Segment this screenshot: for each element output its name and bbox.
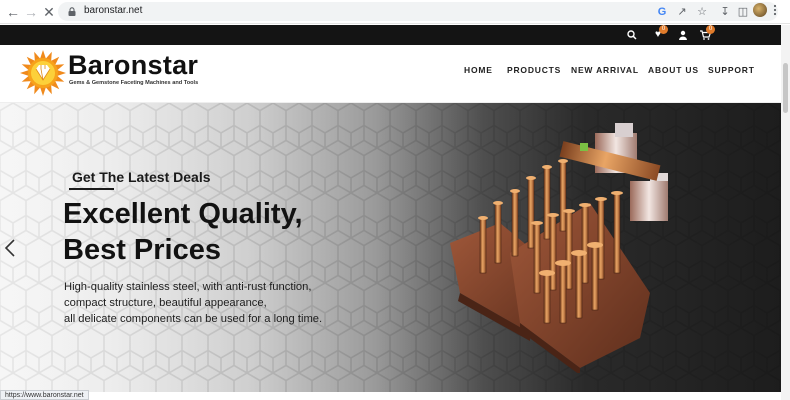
address-bar[interactable]: baronstar.net G ↗ ☆ ↧ ◫	[58, 2, 778, 21]
product-image-faceting-dops	[450, 123, 668, 373]
eyebrow-underline	[69, 188, 114, 190]
url-text: baronstar.net	[84, 5, 143, 16]
account-icon[interactable]	[676, 28, 690, 42]
hero-slider: Get The Latest Deals Excellent Quality, …	[0, 103, 781, 392]
site-topbar: ♥ 0 0	[0, 25, 781, 45]
wishlist-count-badge: 0	[659, 25, 668, 34]
cart-count-badge: 0	[706, 25, 715, 34]
hero-description: High-quality stainless steel, with anti-…	[64, 279, 322, 327]
nav-new-arrival[interactable]: NEW ARRIVAL	[571, 65, 639, 75]
cart-icon[interactable]: 0	[698, 25, 715, 42]
hero-description-line3: all delicate components can be used for …	[64, 313, 323, 325]
download-icon[interactable]: ↧	[718, 5, 732, 19]
browser-menu-icon[interactable]	[773, 4, 777, 16]
slider-prev-arrow-icon[interactable]	[4, 238, 16, 258]
lock-icon	[68, 7, 76, 16]
nav-home[interactable]: HOME	[464, 65, 493, 75]
search-icon[interactable]	[625, 28, 639, 42]
hero-headline-line1: Excellent Quality,	[63, 198, 303, 230]
nav-products[interactable]: PRODUCTS	[507, 65, 561, 75]
hero-headline: Excellent Quality, Best Prices	[63, 196, 303, 268]
back-icon[interactable]: ←	[4, 3, 22, 21]
scrollbar-thumb[interactable]	[783, 63, 788, 113]
page-scrollbar[interactable]	[781, 25, 790, 400]
browser-toolbar: ← → ✕ baronstar.net G ↗ ☆ ↧ ◫	[0, 0, 790, 24]
hero-description-line1: High-quality stainless steel, with anti-…	[64, 281, 312, 293]
google-icon[interactable]: G	[655, 5, 669, 19]
profile-avatar[interactable]	[753, 3, 767, 17]
brand-name[interactable]: Baronstar	[68, 50, 198, 81]
nav-about-us[interactable]: ABOUT US	[648, 65, 699, 75]
bookmark-star-icon[interactable]: ☆	[695, 5, 709, 19]
wishlist-icon[interactable]: ♥ 0	[651, 25, 668, 42]
status-bar-link-preview: https://www.baronstar.net	[0, 390, 89, 400]
side-panel-icon[interactable]: ◫	[736, 5, 750, 19]
site-header: Baronstar Gems & Gemstone Faceting Machi…	[0, 45, 781, 103]
hero-headline-line2: Best Prices	[63, 234, 221, 266]
nav-support[interactable]: SUPPORT	[708, 65, 755, 75]
hero-description-line2: compact structure, beautiful appearance,	[64, 297, 267, 309]
baronstar-logo-icon[interactable]	[20, 50, 66, 96]
forward-icon[interactable]: →	[22, 3, 40, 21]
share-icon[interactable]: ↗	[675, 5, 689, 19]
brand-tagline: Gems & Gemstone Faceting Machines and To…	[69, 80, 199, 86]
stop-loading-icon[interactable]: ✕	[40, 3, 58, 21]
hero-eyebrow: Get The Latest Deals	[72, 169, 211, 185]
